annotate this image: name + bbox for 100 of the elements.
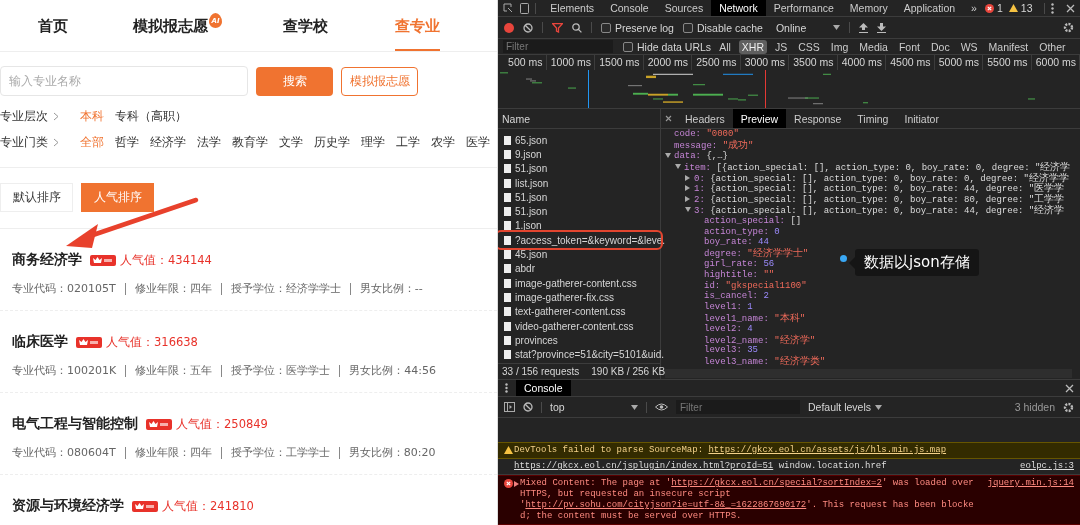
request-row[interactable]: text-gatherer-content.css (498, 304, 660, 319)
triangle-down-icon[interactable] (675, 164, 681, 170)
context-select[interactable]: top (550, 401, 638, 413)
request-row[interactable]: 9.json (498, 147, 660, 162)
request-row[interactable]: abdr (498, 261, 660, 276)
panel-tab[interactable]: Memory (841, 0, 896, 16)
panel-tab[interactable]: Application (895, 0, 964, 16)
kebab-menu-icon[interactable] (1051, 2, 1055, 14)
request-row[interactable]: 45.json (498, 247, 660, 262)
checkbox[interactable] (682, 22, 693, 33)
search-icon[interactable] (572, 22, 582, 33)
panel-tab[interactable]: Network (711, 0, 766, 16)
filter-icon[interactable] (552, 22, 563, 33)
scrollbar[interactable] (665, 369, 1072, 378)
upload-icon[interactable] (858, 22, 868, 33)
type-filter[interactable]: Doc (927, 39, 953, 54)
nav-tab[interactable]: 查学校 (282, 0, 328, 51)
panel-tab[interactable]: Console (602, 0, 657, 16)
clear-icon[interactable] (523, 402, 533, 412)
checkbox[interactable] (623, 41, 633, 52)
filter-field[interactable]: Filter (503, 40, 613, 53)
close-icon[interactable] (1065, 3, 1075, 13)
clear-icon[interactable] (523, 22, 533, 33)
drawer-tab[interactable]: Console (516, 380, 571, 396)
request-row[interactable]: 51.json (498, 190, 660, 205)
type-filter[interactable]: CSS (795, 39, 823, 54)
triangle-right-icon[interactable] (685, 174, 690, 181)
filter-option[interactable]: 工学 (396, 134, 420, 150)
settings-icon[interactable] (1063, 22, 1074, 33)
request-row[interactable]: provinces (498, 333, 660, 348)
request-row[interactable]: list.json (498, 175, 660, 191)
close-icon[interactable] (1065, 383, 1074, 393)
major-name[interactable]: 资源与环境经济学 (12, 497, 124, 515)
major-name[interactable]: 临床医学 (12, 333, 68, 351)
eye-icon[interactable] (655, 403, 668, 411)
settings-icon[interactable] (1063, 401, 1074, 413)
type-filter[interactable]: Media (856, 39, 891, 54)
triangle-down-icon[interactable] (665, 153, 671, 159)
column-header[interactable]: Name (502, 112, 530, 125)
type-filter[interactable]: Other (1036, 39, 1069, 54)
request-row[interactable]: 65.json (498, 133, 660, 148)
link[interactable]: http://pv.sohu.com/cityjson?ie=utf-8&_=1622867690172 (525, 500, 807, 510)
filter-option[interactable]: 经济学 (150, 134, 186, 150)
filter-option[interactable]: 教育学 (232, 134, 268, 150)
triangle-right-icon[interactable] (685, 185, 690, 192)
request-row[interactable]: video-gatherer-content.css (498, 318, 660, 334)
link[interactable]: https://gkcx.eol.cn/jsplugin/index.html?proId=51 (514, 461, 774, 471)
sort-button[interactable]: 默认排序 (0, 183, 73, 212)
warning-count[interactable]: 13 (1020, 2, 1033, 14)
major-name[interactable]: 电气工程与智能控制 (12, 415, 138, 433)
filter-option[interactable]: 医学 (466, 134, 490, 150)
device-icon[interactable] (520, 2, 530, 14)
detail-tab[interactable]: Preview (732, 109, 787, 128)
major-name[interactable]: 商务经济学 (12, 251, 82, 269)
type-filter[interactable]: All (716, 39, 734, 54)
filter-option[interactable]: 文学 (279, 134, 303, 150)
detail-tab[interactable]: Response (786, 109, 850, 128)
filter-option[interactable]: 法学 (197, 134, 221, 150)
type-filter[interactable]: XHR (738, 39, 767, 54)
triangle-right-icon[interactable] (685, 196, 690, 203)
close-icon[interactable] (665, 115, 672, 122)
nav-tab[interactable]: 首页 (37, 0, 68, 51)
inspect-icon[interactable] (503, 3, 513, 13)
more-tabs-button[interactable]: » (963, 0, 985, 16)
panel-tab[interactable]: Sources (656, 0, 712, 16)
kebab-menu-icon[interactable] (505, 383, 508, 393)
filter-option[interactable]: 专科（高职） (115, 108, 187, 124)
type-filter[interactable]: Font (895, 39, 923, 54)
throttling-select[interactable]: Online (775, 21, 840, 34)
request-row[interactable]: image-gatherer-fix.css (498, 290, 660, 305)
filter-field[interactable]: Filter (676, 400, 800, 414)
detail-tab[interactable]: Timing (849, 109, 897, 128)
error-count[interactable]: 1 (996, 2, 1003, 14)
filter-option[interactable]: 哲学 (115, 134, 139, 150)
filter-option[interactable]: 农学 (431, 134, 455, 150)
source-link[interactable]: eolpc.js:3 (1020, 461, 1074, 472)
request-row[interactable]: 51.json (498, 204, 660, 219)
checkbox[interactable] (601, 22, 611, 33)
triangle-down-icon[interactable] (685, 207, 691, 213)
type-filter[interactable]: JS (771, 39, 791, 54)
link[interactable]: https://gkcx.eol.cn/assets/js/hls.min.js.map (708, 445, 947, 455)
detail-tab[interactable]: Initiator (896, 109, 947, 128)
levels-select[interactable]: Default levels (808, 401, 883, 413)
search-field[interactable]: 输入专业名称 (0, 66, 248, 96)
type-filter[interactable]: WS (957, 39, 981, 54)
request-row[interactable]: 1.json (498, 218, 660, 234)
download-icon[interactable] (876, 22, 886, 33)
detail-tab[interactable]: Headers (677, 109, 733, 128)
type-filter[interactable]: Img (827, 39, 852, 54)
filter-option[interactable]: 理学 (361, 134, 385, 150)
expand-triangle-icon[interactable] (514, 481, 519, 487)
filter-option[interactable]: 历史学 (314, 134, 350, 150)
type-filter[interactable]: Manifest (985, 39, 1032, 54)
request-row[interactable]: image-gatherer-content.css (498, 275, 660, 291)
link[interactable]: https://gkcx.eol.cn/special?sortIndex=2 (671, 478, 882, 488)
request-row[interactable]: 51.json (498, 161, 660, 176)
record-button[interactable] (504, 22, 514, 33)
source-link[interactable]: jquery.min.js:14 (987, 478, 1074, 489)
panel-tab[interactable]: Elements (542, 0, 603, 16)
panel-tab[interactable]: Performance (765, 0, 842, 16)
